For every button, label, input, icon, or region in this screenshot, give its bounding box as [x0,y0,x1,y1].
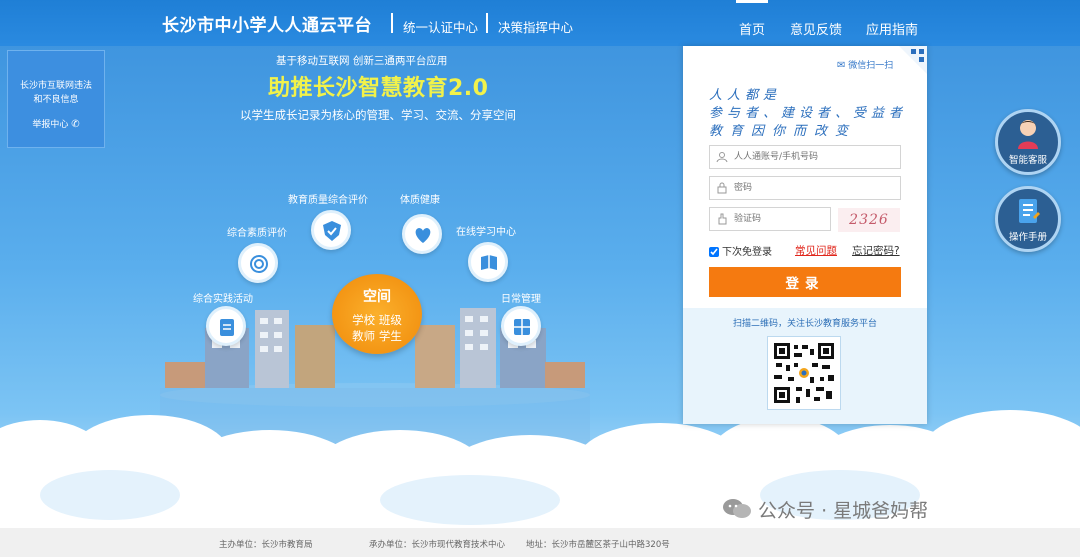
feature-label-daily: 日常管理 [501,294,541,305]
user-icon [716,152,728,163]
tagline-line3: 教育因你而改变 [709,124,857,139]
feature-quality[interactable] [238,243,278,283]
login-panel: ✉ 微信扫一扫 人人都是 参与者、建设者、受益者 教育因你而改变 2326 下次… [683,46,927,424]
feature-health[interactable] [402,214,442,254]
manual-book-icon [1019,199,1040,223]
feature-label-practice: 综合实践活动 [193,294,253,305]
remember-label: 下次免登录 [722,247,772,258]
captcha-field [709,207,831,231]
footer-sponsor: 主办单位：长沙市教育局 [219,540,313,550]
feature-online[interactable] [468,242,508,282]
footer-address: 地址：长沙市岳麓区茶子山中路320号 [526,540,670,550]
wechat-icon: ✉ [837,60,846,71]
header-divider [391,13,393,33]
smart-service-label: 智能客服 [1008,155,1047,166]
top-header: 长沙市中小学人人通云平台 统一认证中心 决策指挥中心 首页 意见反馈 应用指南 [0,0,1080,46]
qr-code-image [772,341,836,405]
report-center-box[interactable]: 长沙市互联网违法 和不良信息 举报中心 ✆ [7,50,105,148]
auth-center-link[interactable]: 统一认证中心 [403,17,478,36]
remember-checkbox[interactable] [709,247,719,257]
forgot-password-link[interactable]: 忘记密码? [852,243,900,258]
smart-service-button[interactable]: 智能客服 [995,109,1061,175]
captcha-input[interactable] [734,210,826,228]
space-title: 空间 [363,289,391,305]
wechat-scan-label: 微信扫一扫 [848,61,894,71]
report-line2: 和不良信息 [33,95,79,105]
slogan-sub: 以学生成长记录为核心的管理、学习、交流、分享空间 [240,108,516,122]
captcha-image[interactable]: 2326 [838,208,900,232]
feature-practice[interactable] [206,306,246,346]
report-line3: 举报中心 [32,120,69,130]
qr-corner-icon[interactable] [899,46,927,74]
space-badge[interactable]: 空间 学校 班级 教师 学生 [332,274,422,354]
feature-daily[interactable] [501,306,541,346]
header-divider [486,13,488,33]
username-input[interactable] [734,148,894,166]
slogan-top: 基于移动互联网 创新三通两平台应用 [276,55,448,67]
remember-login[interactable]: 下次免登录 [709,243,772,258]
faq-link[interactable]: 常见问题 [795,243,837,258]
book-icon [481,255,497,270]
manual-button[interactable]: 操作手册 [995,186,1061,252]
grid-icon [514,319,530,335]
decision-center-link[interactable]: 决策指挥中心 [498,17,573,36]
clipboard-icon [220,319,234,336]
qr-code [767,336,841,410]
phone-icon: ✆ [71,119,80,130]
wechat-scan-link[interactable]: ✉ 微信扫一扫 [837,58,893,71]
report-line1: 长沙市互联网违法 [19,81,92,91]
nav-feedback[interactable]: 意见反馈 [790,19,842,38]
agent-avatar-icon [1018,120,1038,149]
nav-active-indicator [736,0,768,3]
lock-icon [717,182,727,194]
watermark: 公众号 · 星城爸妈帮 [722,496,928,523]
feature-quality-eval[interactable] [311,210,351,250]
feature-label-online: 在线学习中心 [456,227,516,238]
footer-organizer: 承办单位：长沙市现代教育技术中心 [369,540,506,550]
wechat-logo-icon [722,498,752,520]
manual-label: 操作手册 [1008,232,1047,243]
login-button[interactable]: 登录 [709,267,901,297]
site-brand[interactable]: 长沙市中小学人人通云平台 [162,11,372,36]
space-row1: 学校 班级 [352,313,402,327]
heart-icon [415,228,431,243]
username-field [709,145,901,169]
feature-label-health: 体质健康 [400,195,440,206]
watermark-text: 公众号 · 星城爸妈帮 [758,500,929,522]
nav-guide[interactable]: 应用指南 [866,19,918,38]
nav-home[interactable]: 首页 [739,19,765,38]
scan-qr-text: 扫描二维码，关注长沙教育服务平台 [732,319,877,329]
tagline-line2: 参与者、建设者、受益者 [709,106,908,121]
shield-check-icon [323,221,341,241]
password-field [709,176,901,200]
space-row2: 教师 学生 [352,329,402,343]
feature-label-quality: 综合素质评价 [227,228,287,239]
footer: 主办单位：长沙市教育局 承办单位：长沙市现代教育技术中心 地址：长沙市岳麓区茶子… [0,528,1080,557]
password-input[interactable] [734,179,894,197]
feature-label-quality-eval: 教育质量综合评价 [288,195,368,206]
tagline-line1: 人人都是 [709,88,782,103]
hand-icon [718,213,727,225]
fingerprint-icon [250,255,268,273]
slogan-main: 助推长沙智慧教育2.0 [268,76,489,101]
